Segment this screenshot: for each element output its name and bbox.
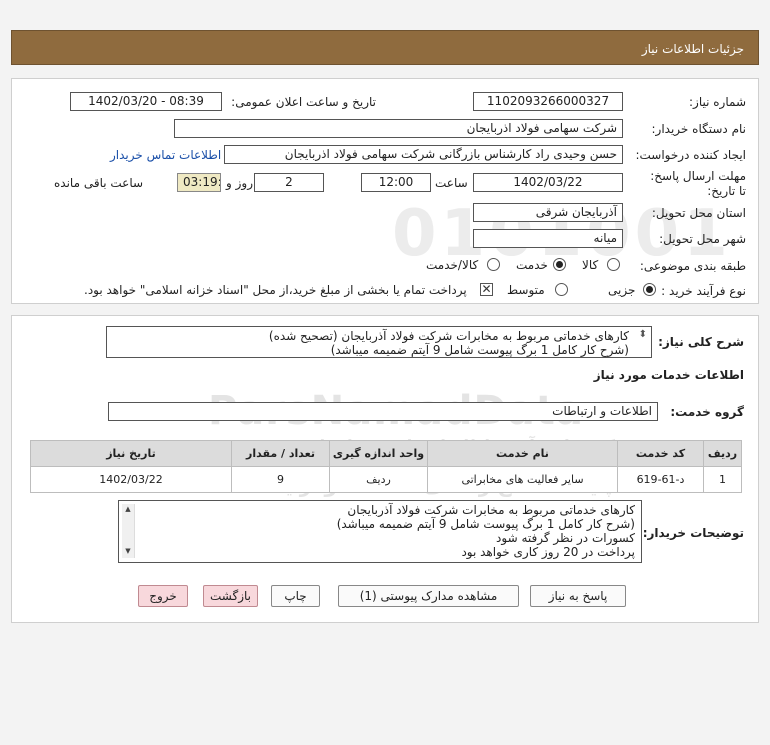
service-group-field: اطلاعات و ارتباطات [108,402,658,421]
treasury-checkbox[interactable]: ✕ [480,283,493,296]
category-option-goods: کالا [582,258,599,272]
need-summary-label: شرح کلی نیاز: [658,335,744,349]
deadline-time-field: 12:00 [361,173,431,192]
col-header-row-number: ردیف [703,440,742,467]
need-number-label: شماره نیاز: [689,95,746,109]
treasury-payment-note: پرداخت تمام یا بخشی از مبلغ خرید،از محل … [84,283,467,297]
col-header-quantity: تعداد / مقدار [231,440,330,467]
col-header-service-code: کد خدمت [617,440,704,467]
city-label: شهر محل تحویل: [659,232,746,246]
scroll-down-icon[interactable]: ▼ [122,546,134,556]
need-summary-field: کارهای خدماتی مربوط به مخابرات شرکت فولا… [106,326,652,358]
category-radio-goods[interactable] [607,258,620,271]
back-button[interactable]: بازگشت [203,585,258,607]
category-radio-goods-service[interactable] [487,258,500,271]
buyer-notes-line-1: کارهای خدماتی مربوط به مخابرات شرکت فولا… [347,503,635,517]
scroll-up-icon[interactable]: ▲ [122,504,134,514]
exit-button[interactable]: خروج [138,585,188,607]
col-header-unit: واحد اندازه گیری [329,440,428,467]
deadline-date-field: 1402/03/22 [473,173,623,192]
days-field: 2 [254,173,324,192]
announce-datetime-field: 1402/03/20 - 08:39 [70,92,222,111]
cell-row-number: 1 [703,466,742,493]
process-radio-medium[interactable] [555,283,568,296]
buyer-notes-line-2: (شرح کار کامل 1 برگ پیوست شامل 9 آیتم ضم… [336,517,635,531]
category-radio-service[interactable] [553,258,566,271]
reply-button[interactable]: پاسخ به نیاز [530,585,626,607]
page-header: جزئیات اطلاعات نیاز [11,30,759,65]
cell-need-date: 1402/03/22 [30,466,232,493]
category-label: طبقه بندی موضوعی: [639,259,746,273]
category-option-goods-service: کالا/خدمت [426,258,479,272]
deadline-time-label: ساعت [435,176,468,190]
col-header-need-date: تاریخ نیاز [30,440,232,467]
province-label: استان محل تحویل: [651,206,746,220]
table-row: 1 د-61-619 سایر فعالیت های مخابراتی ردیف… [30,466,742,493]
buyer-notes-line-3: کسورات در نظر گرفته شود [496,531,635,545]
table-header-row: ردیف کد خدمت نام خدمت واحد اندازه گیری ت… [30,440,742,467]
cell-quantity: 9 [231,466,330,493]
buyer-notes-label: توضیحات خریدار: [642,526,744,540]
cell-service-code: د-61-619 [617,466,704,493]
need-number-field: 1102093266000327 [473,92,623,111]
category-option-service: خدمت [516,258,548,272]
buyer-contact-link[interactable]: اطلاعات تماس خریدار [110,148,221,162]
services-heading: اطلاعات خدمات مورد نیاز [593,368,744,382]
buyer-org-field: شرکت سهامی فولاد اذربایجان [174,119,623,138]
province-field: آذربایجان شرقی [473,203,623,222]
cell-unit: ردیف [329,466,428,493]
col-header-service-name: نام خدمت [427,440,618,467]
view-attachments-button[interactable]: مشاهده مدارک پیوستی (1) [338,585,519,607]
days-label: روز و [226,176,253,190]
resize-handle-icon[interactable]: ⬍ [639,328,647,342]
process-option-minor: جزیی [608,283,636,297]
services-table: ردیف کد خدمت نام خدمت واحد اندازه گیری ت… [30,440,742,493]
buyer-notes-line-4: پرداخت در 20 روز کاری خواهد بود [461,545,635,559]
creator-label: ایجاد کننده درخواست: [635,148,746,162]
need-info-panel: 0101001 شماره نیاز: 1102093266000327 تار… [11,78,759,304]
creator-field: حسن وحیدی راد کارشناس بازرگانی شرکت سهام… [224,145,623,164]
remaining-time-label: ساعت باقی مانده [54,176,144,190]
buyer-notes-field[interactable]: ▲ ▼ کارهای خدماتی مربوط به مخابرات شرکت … [118,500,642,563]
deadline-label: مهلت ارسال پاسخ: تا تاریخ: [650,169,746,198]
need-details-panel: ParsNamadData مرکز فراهم آوری اطلاعات پا… [11,315,759,623]
city-field: میانه [473,229,623,248]
print-button[interactable]: چاپ [271,585,320,607]
process-option-medium: متوسط [507,283,545,297]
need-summary-line-2: (شرح کار کامل 1 برگ پیوست شامل 9 آیتم ضم… [330,343,629,357]
notes-scrollbar[interactable]: ▲ ▼ [122,504,135,558]
remaining-time-field: 03:19:24 [177,173,221,192]
need-summary-line-1: کارهای خدماتی مربوط به مخابرات شرکت فولا… [268,329,629,343]
cell-service-name: سایر فعالیت های مخابراتی [427,466,618,493]
service-group-label: گروه خدمت: [670,405,744,419]
buyer-org-label: نام دستگاه خریدار: [651,122,747,136]
process-radio-minor[interactable] [643,283,656,296]
page-title: جزئیات اطلاعات نیاز [641,42,744,56]
process-label: نوع فرآیند خرید : [661,284,746,298]
announce-datetime-label: تاریخ و ساعت اعلان عمومی: [231,95,376,109]
